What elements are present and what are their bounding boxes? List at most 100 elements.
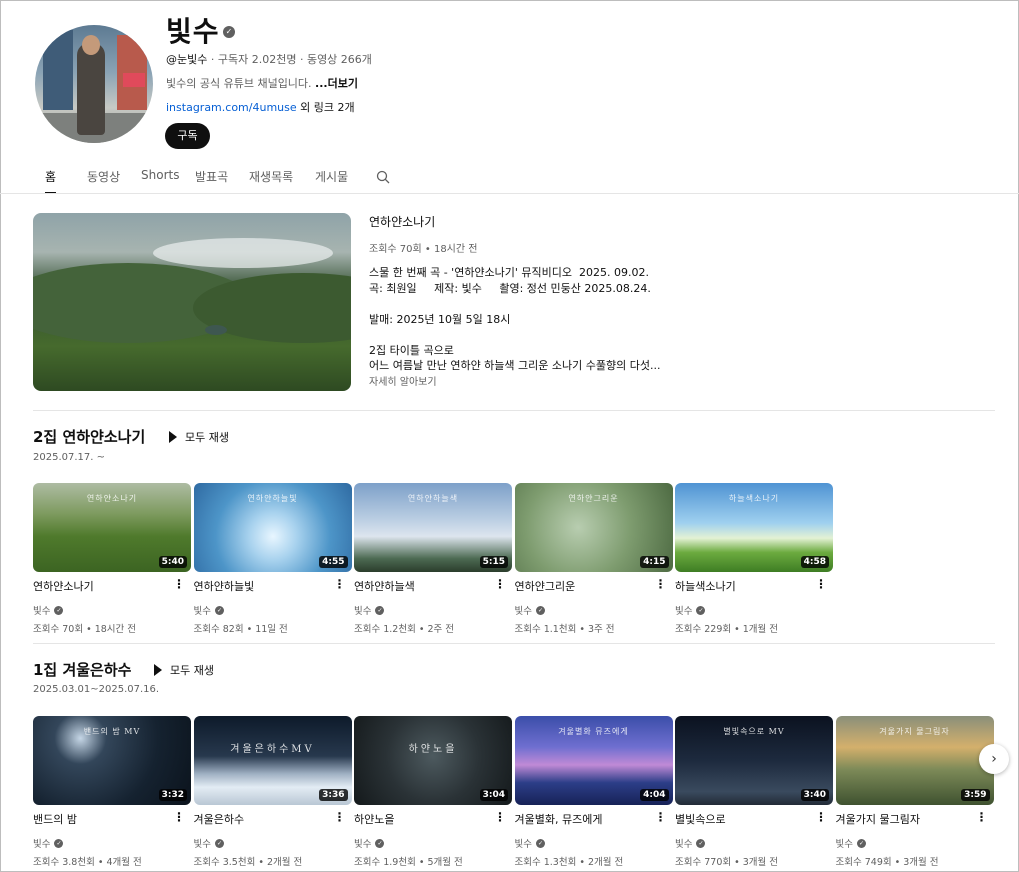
video-title[interactable]: 별빛속으로 [675, 811, 815, 827]
featured-video-thumbnail[interactable] [33, 213, 351, 391]
more-options-icon[interactable]: ⋮ [334, 578, 346, 590]
video-channel[interactable]: 빛수 ✓ [33, 603, 191, 617]
more-options-icon[interactable]: ⋮ [976, 811, 988, 823]
video-thumbnail[interactable]: 겨울가지 물그림자 3:59 [835, 716, 994, 805]
video-channel[interactable]: 빛수 ✓ [194, 836, 352, 850]
verified-icon: ✓ [375, 605, 385, 615]
video-title[interactable]: 겨울은하수 [194, 811, 334, 827]
tab-home[interactable]: 홈 [45, 160, 57, 194]
video-title[interactable]: 겨울가지 물그림자 [836, 811, 976, 827]
section-title[interactable]: 1집 겨울은하수 [33, 659, 131, 680]
video-channel-name[interactable]: 빛수 [33, 603, 50, 617]
video-card[interactable]: 겨울가지 물그림자 3:59 겨울가지 물그림자 ⋮ 빛수 ✓ 조회수 749회 • 3개월… [835, 716, 994, 868]
thumbnail-caption: 겨울은하수MV [230, 744, 315, 755]
video-title[interactable]: 연하얀그리운 [515, 578, 655, 594]
video-channel[interactable]: 빛수 ✓ [675, 603, 833, 617]
video-card[interactable]: 하얀노을 3:04 하얀노을 ⋮ 빛수 ✓ 조회수 1.9천회 • 5개월 전 [354, 716, 512, 868]
video-channel[interactable]: 빛수 ✓ [354, 603, 512, 617]
video-card[interactable]: 겨울별화 뮤즈에게 4:04 겨울별화, 뮤즈에게 ⋮ 빛수 ✓ 조회수 1.3천회 • 2… [514, 716, 673, 868]
video-title[interactable]: 겨울별화, 뮤즈에게 [515, 811, 655, 827]
video-channel[interactable]: 빛수 ✓ [515, 836, 673, 850]
video-channel-name[interactable]: 빛수 [33, 836, 50, 850]
video-channel[interactable]: 빛수 ✓ [194, 603, 352, 617]
more-options-icon[interactable]: ⋮ [173, 811, 185, 823]
video-channel-name[interactable]: 빛수 [836, 836, 853, 850]
video-thumbnail[interactable]: 겨울별화 뮤즈에게 4:04 [514, 716, 673, 805]
section-subtitle: 2025.07.17. ~ [33, 452, 105, 463]
verified-icon: ✓ [535, 838, 545, 848]
video-thumbnail[interactable]: 별빛속으로 MV 3:40 [675, 716, 833, 805]
video-card[interactable]: 겨울은하수MV 3:36 겨울은하수 ⋮ 빛수 ✓ 조회수 3.5천회 • 2개월 전 [193, 716, 352, 868]
video-title[interactable]: 연하얀하늘색 [354, 578, 494, 594]
section-title[interactable]: 2집 연하얀소나기 [33, 426, 145, 447]
video-duration: 3:04 [479, 789, 508, 801]
video-channel-name[interactable]: 빛수 [515, 836, 532, 850]
video-title[interactable]: 연하얀소나기 [33, 578, 173, 594]
more-options-icon[interactable]: ⋮ [334, 811, 346, 823]
video-thumbnail[interactable]: 밴드의 밤 MV 3:32 [33, 716, 191, 805]
instagram-link[interactable]: instagram.com/4umuse [166, 101, 297, 114]
more-link[interactable]: ...더보기 [315, 77, 358, 90]
verified-icon: ✓ [696, 605, 706, 615]
video-channel-name[interactable]: 빛수 [354, 603, 371, 617]
play-icon [154, 664, 162, 676]
more-options-icon[interactable]: ⋮ [655, 578, 667, 590]
more-options-icon[interactable]: ⋮ [494, 578, 506, 590]
featured-learn-more[interactable]: 자세히 알아보기 [369, 373, 437, 388]
video-card[interactable]: 하늘색소나기 4:58 하늘색소나기 ⋮ 빛수 ✓ 조회수 229회 • 1개월 전 [675, 483, 833, 635]
play-all-button[interactable]: 모두 재생 [154, 662, 214, 678]
video-title[interactable]: 하얀노을 [354, 811, 494, 827]
channel-avatar[interactable] [35, 25, 153, 143]
video-title[interactable]: 밴드의 밤 [33, 811, 173, 827]
tab-releases[interactable]: 발표곡 [195, 160, 228, 193]
video-channel[interactable]: 빛수 ✓ [515, 603, 673, 617]
other-links[interactable]: 외 링크 2개 [297, 101, 354, 114]
search-icon[interactable] [376, 170, 390, 184]
more-options-icon[interactable]: ⋮ [494, 811, 506, 823]
more-options-icon[interactable]: ⋮ [815, 578, 827, 590]
video-duration: 4:58 [800, 556, 829, 568]
channel-description[interactable]: 빛수의 공식 유튜브 채널입니다. ...더보기 [166, 75, 358, 91]
more-options-icon[interactable]: ⋮ [655, 811, 667, 823]
video-card[interactable]: 별빛속으로 MV 3:40 별빛속으로 ⋮ 빛수 ✓ 조회수 770회 • 3개월 전 [675, 716, 833, 868]
thumbnail-caption: 연하얀하늘빛 [247, 494, 298, 503]
video-title[interactable]: 하늘색소나기 [675, 578, 815, 594]
video-card[interactable]: 연하얀소나기 5:40 연하얀소나기 ⋮ 빛수 ✓ 조회수 70회 • 18시간 전 [33, 483, 191, 635]
video-channel-name[interactable]: 빛수 [354, 836, 371, 850]
video-duration: 4:15 [640, 556, 669, 568]
video-stats: 조회수 82회 • 11일 전 [193, 624, 288, 635]
featured-video-title[interactable]: 연하얀소나기 [369, 213, 435, 230]
tab-playlists[interactable]: 재생목록 [249, 160, 293, 193]
video-thumbnail[interactable]: 연하얀소나기 5:40 [33, 483, 191, 572]
video-channel[interactable]: 빛수 ✓ [836, 836, 994, 850]
tab-posts[interactable]: 게시물 [315, 160, 348, 193]
video-channel-name[interactable]: 빛수 [194, 836, 211, 850]
tab-videos[interactable]: 동영상 [87, 160, 120, 193]
next-arrow-button[interactable]: › [979, 744, 1009, 774]
video-title[interactable]: 연하얀하늘빛 [194, 578, 334, 594]
subscribe-button[interactable]: 구독 [165, 123, 210, 149]
video-channel-name[interactable]: 빛수 [675, 836, 692, 850]
video-card[interactable]: 연하얀하늘빛 4:55 연하얀하늘빛 ⋮ 빛수 ✓ 조회수 82회 • 11일 전 [193, 483, 352, 635]
video-thumbnail[interactable]: 하늘색소나기 4:58 [675, 483, 833, 572]
video-card[interactable]: 연하얀하늘색 5:15 연하얀하늘색 ⋮ 빛수 ✓ 조회수 1.2천회 • 2주 전 [354, 483, 512, 635]
video-channel[interactable]: 빛수 ✓ [354, 836, 512, 850]
video-channel-name[interactable]: 빛수 [194, 603, 211, 617]
channel-meta: @눈빛수 · 구독자 2.02천명 · 동영상 266개 [166, 51, 372, 67]
play-all-button[interactable]: 모두 재생 [169, 429, 229, 445]
more-options-icon[interactable]: ⋮ [815, 811, 827, 823]
video-channel[interactable]: 빛수 ✓ [675, 836, 833, 850]
more-options-icon[interactable]: ⋮ [173, 578, 185, 590]
video-channel[interactable]: 빛수 ✓ [33, 836, 191, 850]
video-thumbnail[interactable]: 겨울은하수MV 3:36 [193, 716, 352, 805]
video-thumbnail[interactable]: 연하얀그리운 4:15 [514, 483, 673, 572]
video-channel-name[interactable]: 빛수 [675, 603, 692, 617]
video-card[interactable]: 밴드의 밤 MV 3:32 밴드의 밤 ⋮ 빛수 ✓ 조회수 3.8천회 • 4개월 전 [33, 716, 191, 868]
video-thumbnail[interactable]: 하얀노을 3:04 [354, 716, 512, 805]
tab-shorts[interactable]: Shorts [141, 160, 179, 190]
video-thumbnail[interactable]: 연하얀하늘빛 4:55 [193, 483, 352, 572]
video-stats: 조회수 3.8천회 • 4개월 전 [33, 857, 142, 868]
video-thumbnail[interactable]: 연하얀하늘색 5:15 [354, 483, 512, 572]
video-channel-name[interactable]: 빛수 [515, 603, 532, 617]
video-card[interactable]: 연하얀그리운 4:15 연하얀그리운 ⋮ 빛수 ✓ 조회수 1.1천회 • 3주 전 [514, 483, 673, 635]
